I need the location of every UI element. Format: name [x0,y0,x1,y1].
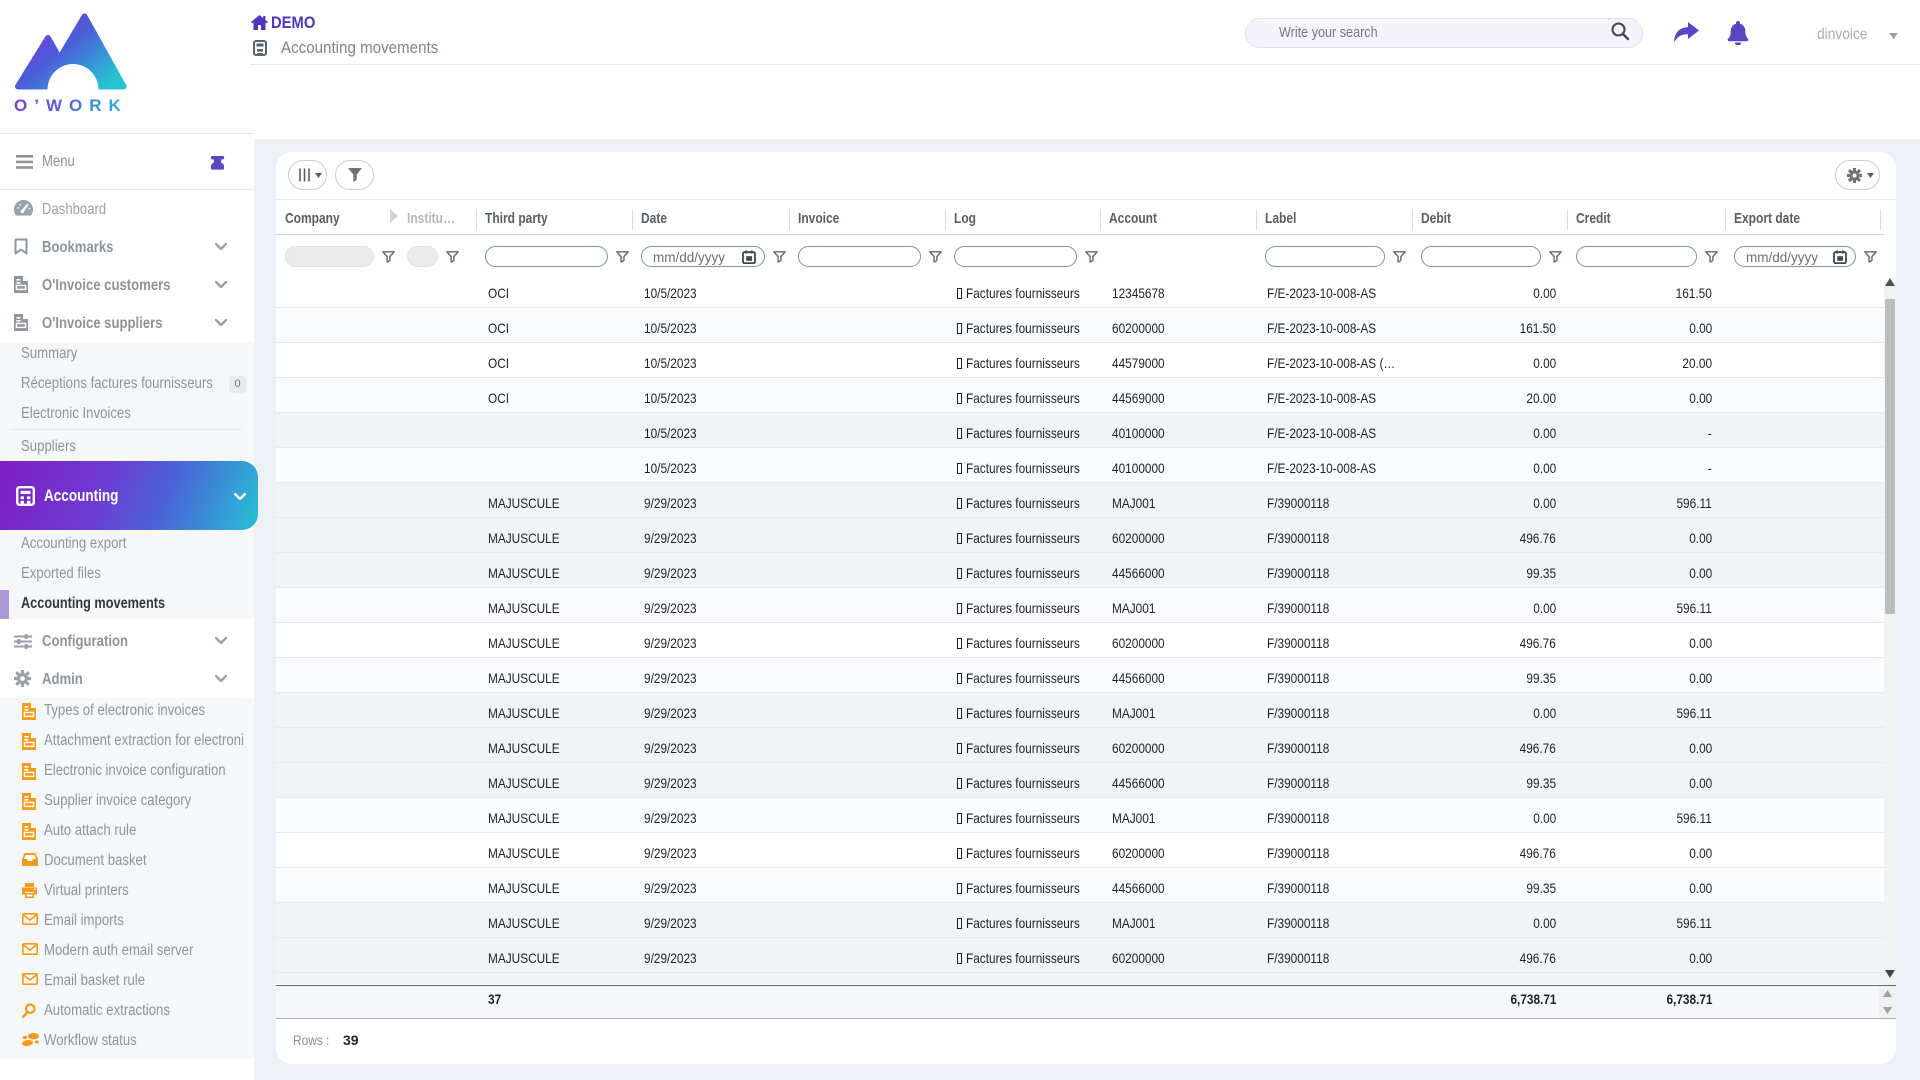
svg-text:O’WORK: O’WORK [14,96,128,115]
